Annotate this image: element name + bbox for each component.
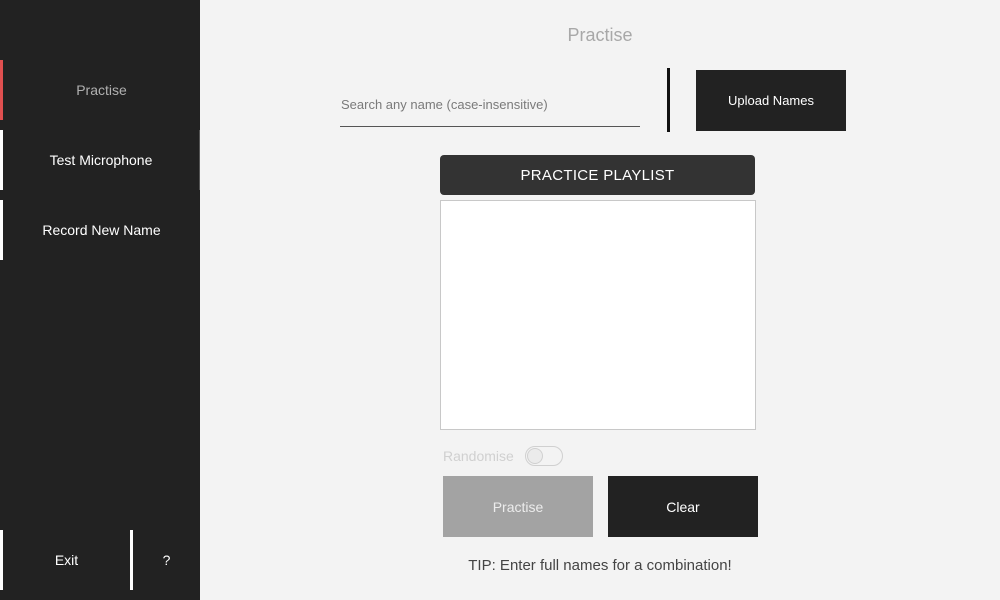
clear-button-label: Clear [666,498,700,515]
randomise-label: Randomise [443,448,514,464]
search-input[interactable] [340,82,640,126]
upload-names-label: Upload Names [728,93,814,108]
practise-button[interactable]: Practise [443,476,593,537]
page-title: Practise [567,25,633,45]
clear-button[interactable]: Clear [608,476,758,537]
upload-names-button[interactable]: Upload Names [696,70,846,131]
playlist-header-label: PRACTICE PLAYLIST [520,166,675,184]
help-button[interactable]: ? [133,530,200,590]
sidebar: Practise Test Microphone Record New Name… [0,0,200,600]
sidebar-item-label: Record New Name [42,222,161,238]
sidebar-item-record-new-name[interactable]: Record New Name [0,200,200,260]
playlist-list[interactable] [440,200,756,430]
search-field [340,82,640,127]
playlist-header: PRACTICE PLAYLIST [440,155,755,195]
sidebar-item-test-microphone[interactable]: Test Microphone [0,130,200,190]
exit-label: Exit [54,552,79,568]
practise-button-label: Practise [492,498,544,515]
sidebar-item-label: Practise [76,82,127,98]
sidebar-item-practise[interactable]: Practise [0,60,200,120]
exit-button[interactable]: Exit [0,530,133,590]
help-label: ? [162,552,171,568]
vertical-divider [667,68,670,132]
randomise-toggle[interactable] [525,446,563,466]
sidebar-item-label: Test Microphone [49,152,153,168]
tip-text: TIP: Enter full names for a combination! [468,557,732,574]
toggle-knob [527,448,543,464]
